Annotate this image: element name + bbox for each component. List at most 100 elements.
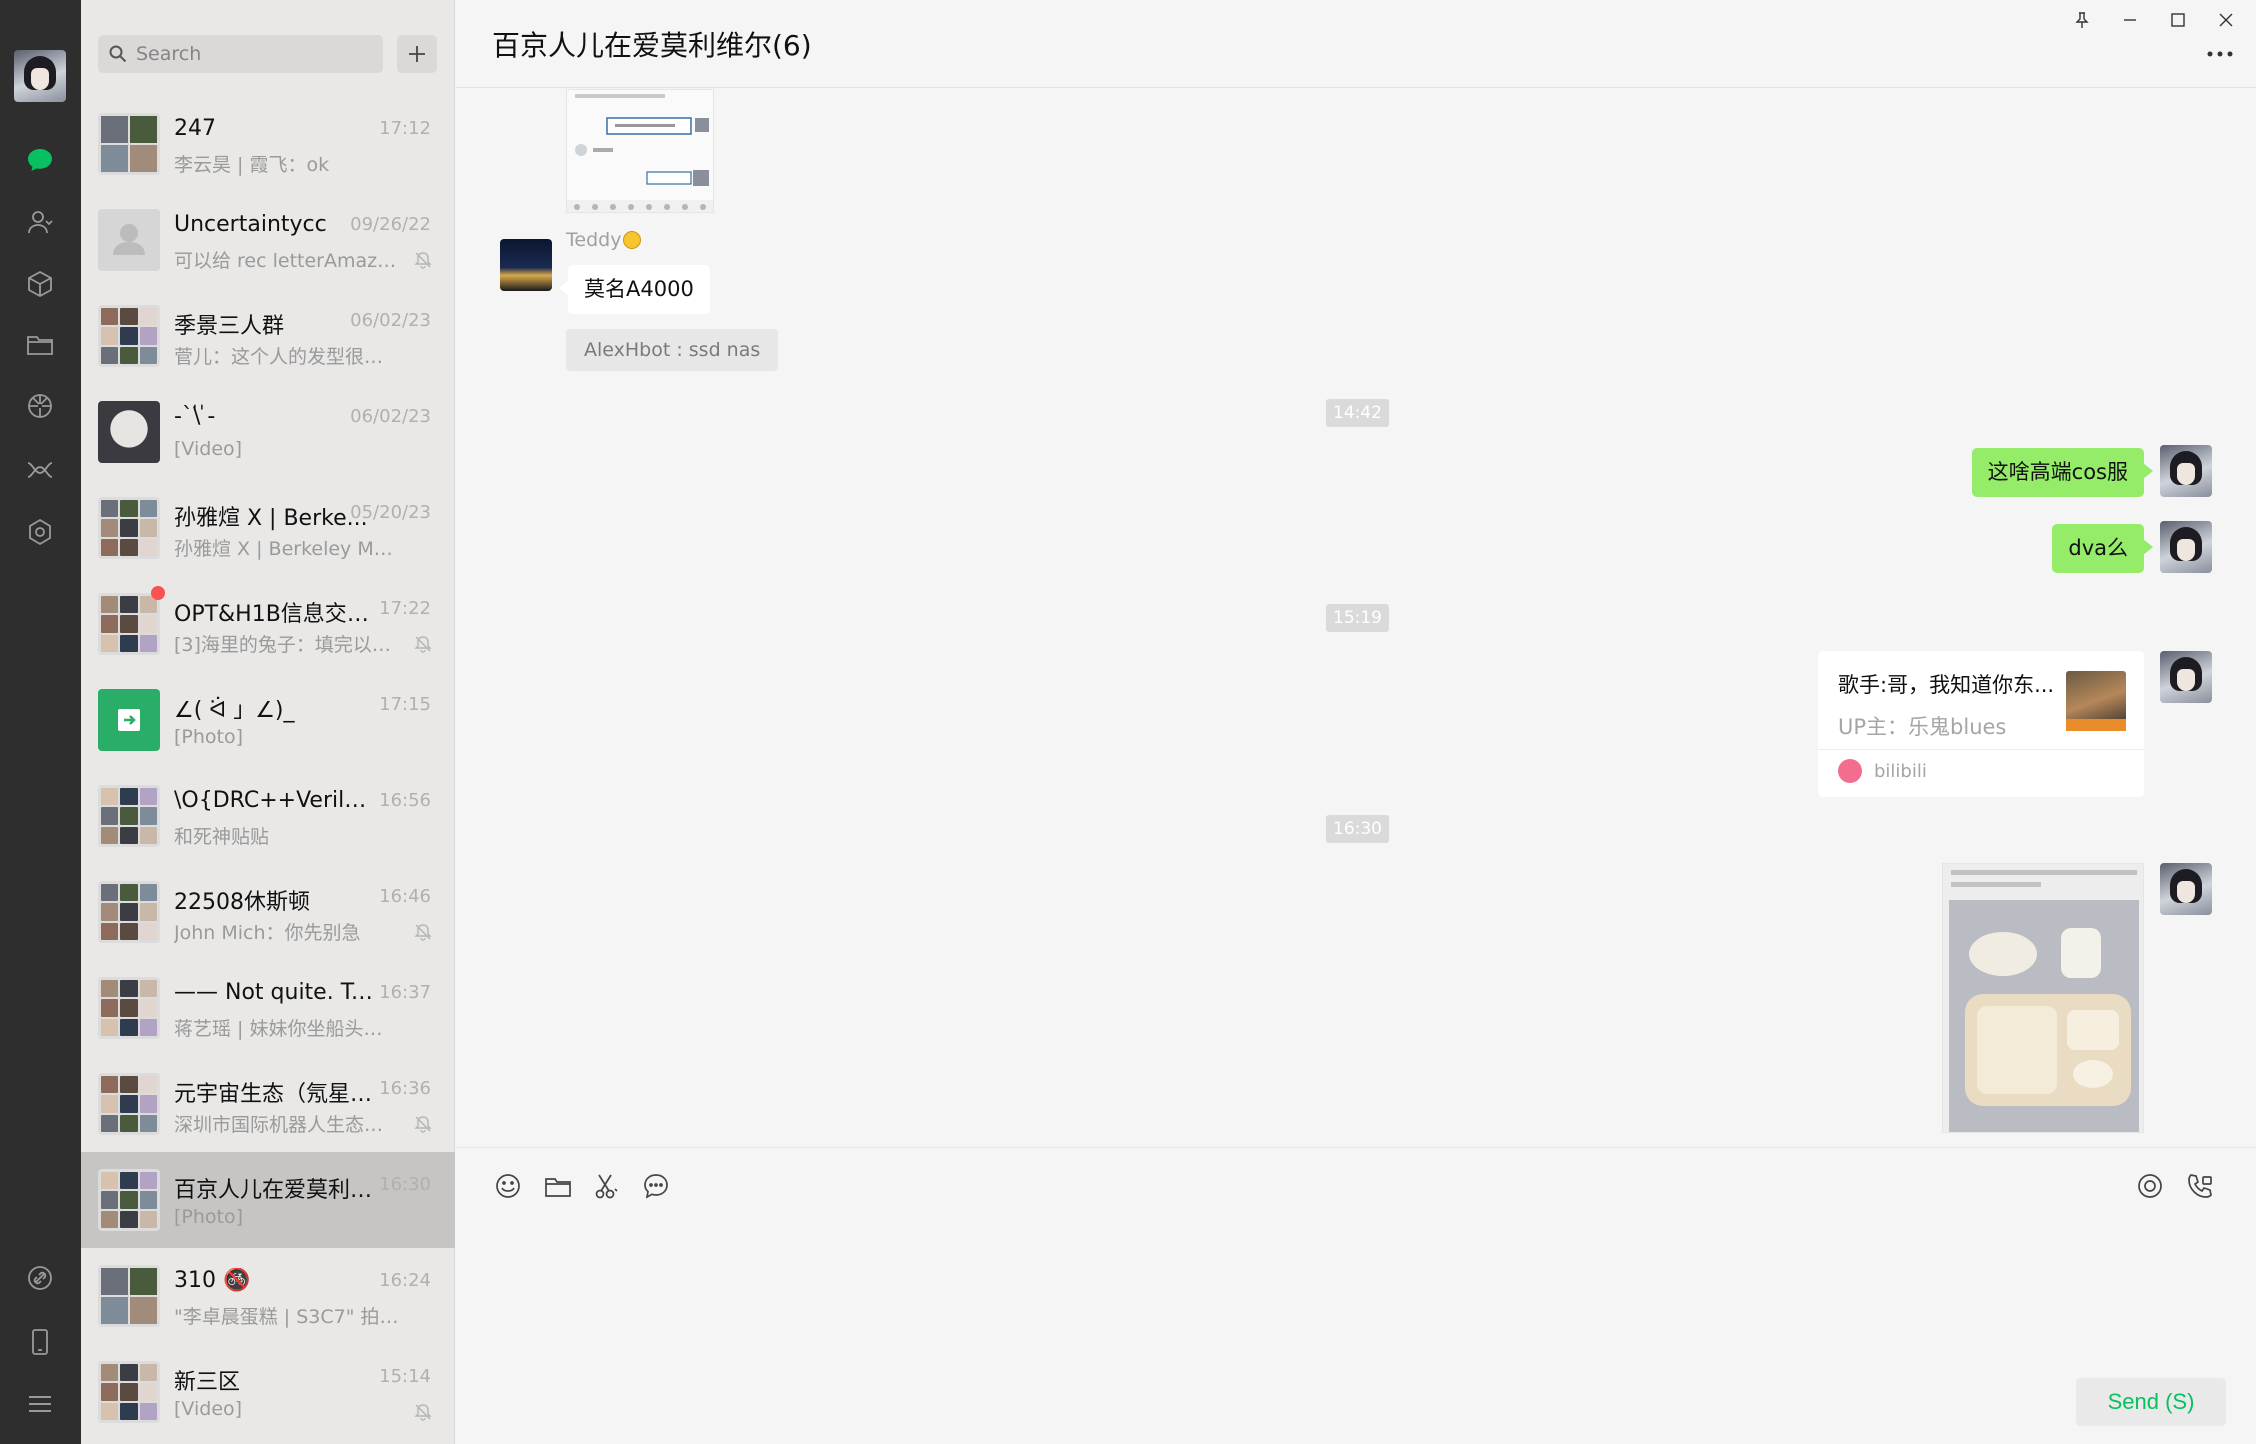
chat-avatar xyxy=(98,689,160,751)
chat-name: 元宇宙生态（氖星）... xyxy=(174,1082,374,1107)
chat-preview: 和死神贴贴 xyxy=(174,826,270,848)
my-message-avatar[interactable] xyxy=(2160,863,2212,915)
left-nav xyxy=(0,0,81,1444)
card-subtitle: UP主：乐鬼blues xyxy=(1838,715,2007,739)
chat-list-item[interactable]: 247 17:12 李云昊 | 霞飞：ok xyxy=(81,96,455,192)
chat-list-item[interactable]: 百京人儿在爱莫利维尔 16:30 [Photo] xyxy=(81,1152,455,1248)
chat-list-item[interactable]: 孙雅煊 X | Berke... 05/20/23 孙雅煊 X | Berkeley… xyxy=(81,480,455,576)
maximize-icon[interactable] xyxy=(2160,4,2196,36)
chat-list-item[interactable]: 季景三人群 06/02/23 菅儿：这个人的发型很像你 xyxy=(81,288,455,384)
chat-avatar xyxy=(98,1169,160,1231)
chat-time: 17:12 xyxy=(379,118,431,139)
mute-icon xyxy=(414,1404,432,1421)
chat-preview: 孙雅煊 X | Berkeley MecE 3... xyxy=(174,538,399,560)
card-title: 歌手:哥，我知道你东... xyxy=(1838,673,2055,697)
shared-image[interactable] xyxy=(566,89,714,213)
card-source-label: bilibili xyxy=(1874,760,1927,782)
chat-time: 05/20/23 xyxy=(350,502,431,523)
chat-time: 09/26/22 xyxy=(350,214,431,235)
chat-icon[interactable] xyxy=(22,142,58,178)
chat-avatar xyxy=(98,785,160,847)
chat-name: ∠( ᐛ 」∠)_ xyxy=(174,698,295,723)
scissors-icon[interactable] xyxy=(588,1168,624,1204)
chat-window: 百京人儿在爱莫利维尔(6) Teddy 莫名A4000 AlexHbot: s… xyxy=(456,0,2256,1444)
moments-icon[interactable] xyxy=(22,388,58,424)
my-avatar[interactable] xyxy=(14,50,66,102)
mini-programs-icon[interactable] xyxy=(22,514,58,550)
pin-icon[interactable] xyxy=(2064,4,2100,36)
input-area[interactable]: Send (S) xyxy=(456,1147,2256,1444)
favorites-icon[interactable] xyxy=(22,266,58,302)
chat-list-item[interactable]: —— Not quite. Try...16:37 蒋艺瑶 | 妹妹你坐船头：在呢… xyxy=(81,960,455,1056)
shared-link-card[interactable]: 歌手:哥，我知道你东... UP主：乐鬼blues bilibili xyxy=(1818,651,2144,797)
chat-preview: [Video] xyxy=(174,1398,243,1420)
chat-preview: 深圳市国际机器人生态联... xyxy=(174,1114,399,1136)
chat-avatar xyxy=(98,593,160,655)
chat-list: Search 247 17:12 李云昊 | 霞飞：ok Uncertaintycc 0… xyxy=(81,0,455,1444)
my-message-avatar[interactable] xyxy=(2160,445,2212,497)
chat-name: OPT&H1B信息交流... xyxy=(174,602,374,627)
chat-list-item[interactable]: 310 🚳 16:24 "李卓晨蛋糕 | S3C7" 拍了拍... xyxy=(81,1248,455,1344)
chat-list-item[interactable]: 新三区 15:14 [Video] xyxy=(81,1344,455,1440)
chat-time: 16:30 xyxy=(379,1174,431,1195)
my-message-avatar[interactable] xyxy=(2160,651,2212,703)
chat-list-item[interactable]: \O{DRC++Verilog... 16:56 和死神贴贴 xyxy=(81,768,455,864)
chat-name: \O{DRC++Verilog... xyxy=(174,788,374,813)
send-button[interactable]: Send (S) xyxy=(2076,1378,2226,1426)
message-bubble[interactable]: 莫名A4000 xyxy=(559,265,710,315)
chat-name: 百京人儿在爱莫利维尔 xyxy=(174,1178,374,1203)
contacts-icon[interactable] xyxy=(22,204,58,240)
my-message-avatar[interactable] xyxy=(2160,521,2212,573)
more-icon[interactable] xyxy=(2202,42,2238,66)
chat-history-icon[interactable] xyxy=(638,1168,674,1204)
shared-photo[interactable] xyxy=(1942,863,2144,1133)
search-input[interactable]: Search xyxy=(98,35,383,73)
chat-preview: John Mich：你先别急 xyxy=(174,922,361,944)
chat-preview: 可以给 rec letterAmazo... xyxy=(174,250,399,272)
emoji-icon[interactable] xyxy=(490,1168,526,1204)
sender-name: Teddy xyxy=(566,229,642,251)
message-area: Teddy 莫名A4000 AlexHbot : ssd nas 14:42 这… xyxy=(456,89,2256,1147)
chat-list-item[interactable]: OPT&H1B信息交流... 17:22 [3]海里的兔子：填完以后... xyxy=(81,576,455,672)
card-source: bilibili xyxy=(1838,759,1927,783)
chat-list-item[interactable]: ∠( ᐛ 」∠)_ 17:15 [Photo] xyxy=(81,672,455,768)
files-icon[interactable] xyxy=(22,326,58,362)
quoted-message[interactable]: AlexHbot : ssd nas xyxy=(566,329,779,371)
teddy-avatar[interactable] xyxy=(500,239,552,291)
timestamp: 16:30 xyxy=(1326,815,1389,843)
chat-avatar xyxy=(98,209,160,271)
chat-list-item[interactable]: 22508休斯顿 16:46 John Mich：你先别急 xyxy=(81,864,455,960)
chat-name: 310 🚳 xyxy=(174,1268,251,1293)
chat-preview: "李卓晨蛋糕 | S3C7" 拍了拍... xyxy=(174,1306,399,1328)
menu-icon[interactable] xyxy=(22,1386,58,1422)
chat-name: 247 xyxy=(174,116,216,141)
chat-avatar xyxy=(98,497,160,559)
unread-dot xyxy=(151,586,165,600)
chat-preview: 蒋艺瑶 | 妹妹你坐船头：在呢... xyxy=(174,1018,399,1040)
chat-time: 16:24 xyxy=(379,1270,431,1291)
chat-list-item[interactable]: 元宇宙生态（氖星）... 16:36 深圳市国际机器人生态联... xyxy=(81,1056,455,1152)
link-icon[interactable] xyxy=(22,1260,58,1296)
close-icon[interactable] xyxy=(2208,4,2244,36)
chat-list-item[interactable]: -ˋ\̍ ̍- 06/02/23 [Video] xyxy=(81,384,455,480)
add-button[interactable] xyxy=(397,35,437,73)
call-icon[interactable] xyxy=(2182,1168,2218,1204)
minimize-icon[interactable] xyxy=(2112,4,2148,36)
folder-icon[interactable] xyxy=(540,1168,576,1204)
message-bubble[interactable]: 这啥高端cos服 xyxy=(1971,448,2154,498)
card-thumbnail xyxy=(2066,671,2126,731)
chat-preview: [Video] xyxy=(174,438,243,460)
channels-icon[interactable] xyxy=(22,452,58,488)
message-bubble[interactable]: dva么 xyxy=(2052,524,2153,574)
chat-list-item[interactable]: Uncertaintycc 09/26/22 可以给 rec letterAmazo… xyxy=(81,192,455,288)
phone-icon[interactable] xyxy=(22,1324,58,1360)
chat-time: 16:36 xyxy=(379,1078,431,1099)
live-icon[interactable] xyxy=(2132,1168,2168,1204)
bilibili-icon xyxy=(1838,759,1862,783)
chat-avatar xyxy=(98,881,160,943)
search-row: Search xyxy=(98,34,437,74)
chat-avatar xyxy=(98,1361,160,1423)
chat-preview: [Photo] xyxy=(174,1206,244,1228)
mute-icon xyxy=(414,636,432,653)
chat-avatar xyxy=(98,977,160,1039)
